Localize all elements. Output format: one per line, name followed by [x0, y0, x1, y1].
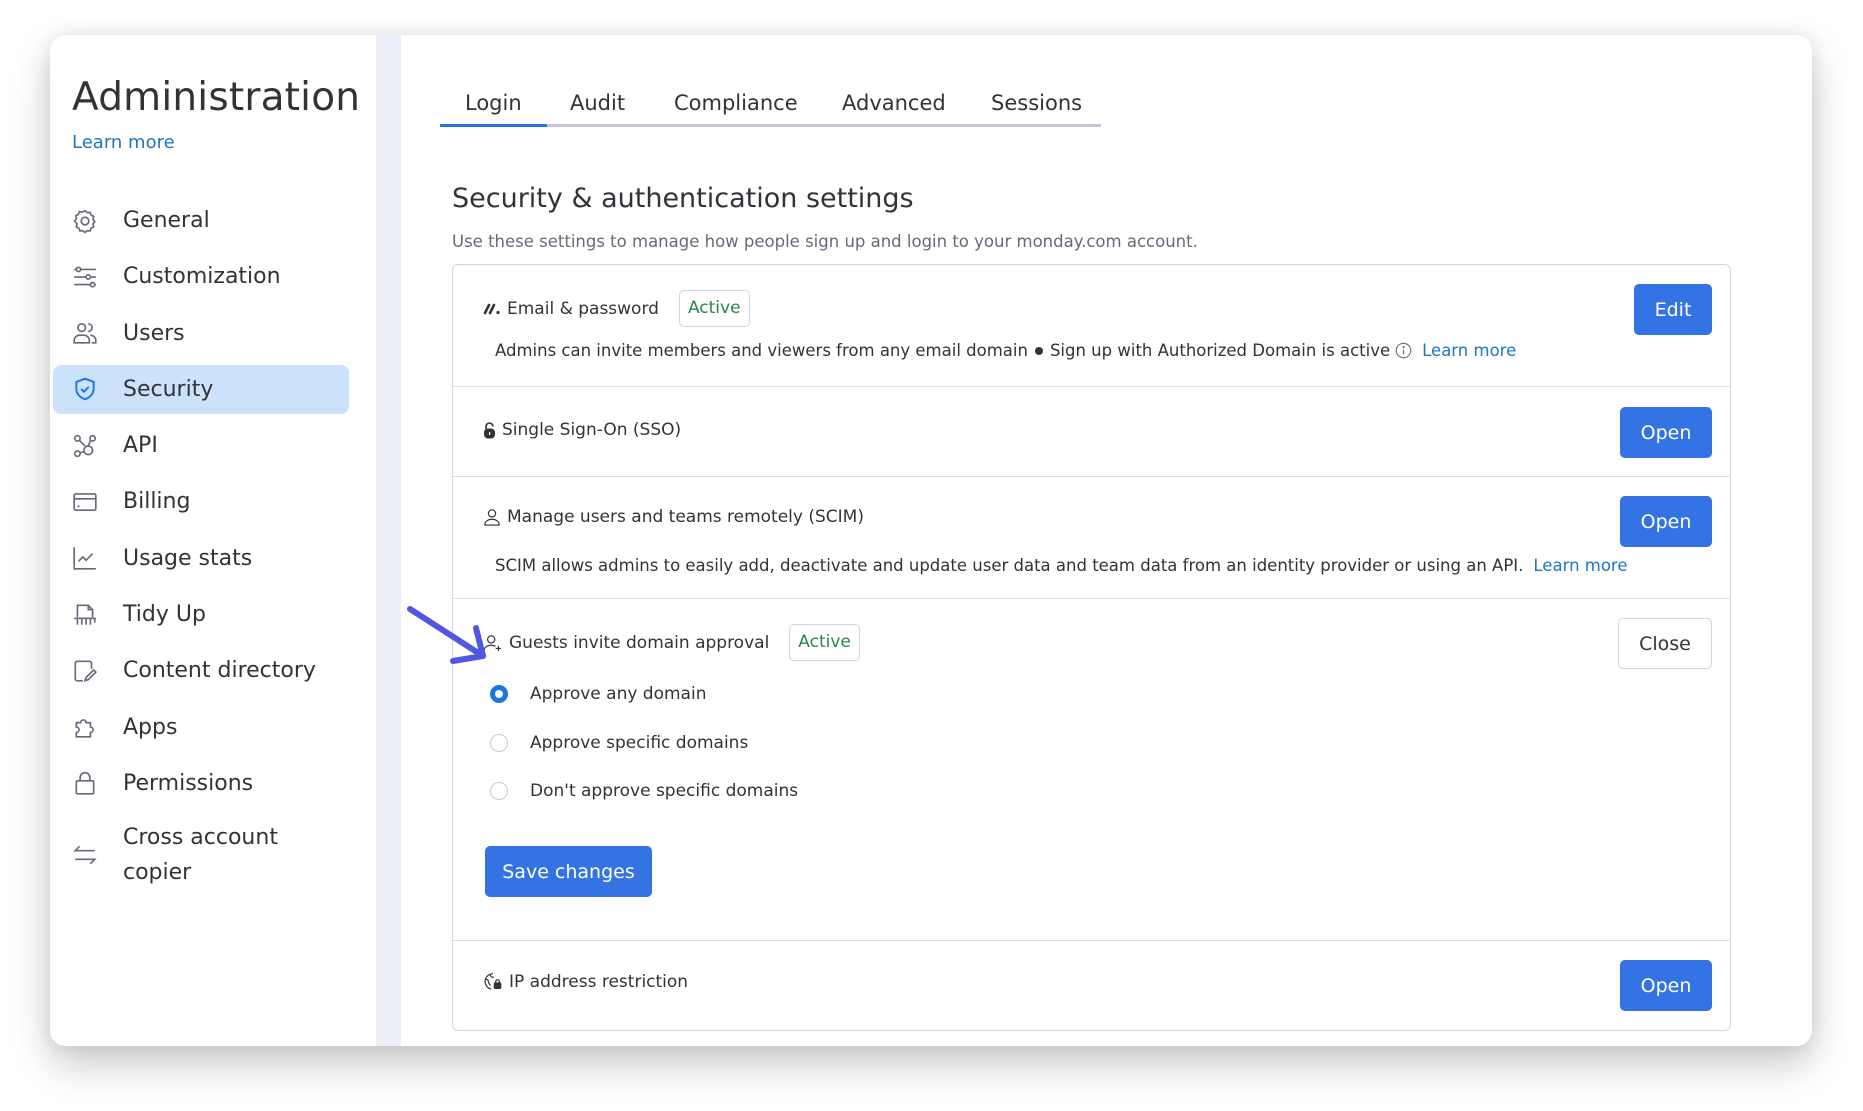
guests-domain-section: Guests invite domain approval Active Clo… [453, 599, 1730, 941]
radio-approve-specific-domains[interactable]: Approve specific domains [490, 733, 748, 753]
scim-header: Manage users and teams remotely (SCIM) [483, 507, 864, 527]
sidebar-divider [376, 35, 401, 1046]
save-changes-button[interactable]: Save changes [485, 846, 652, 897]
lock-icon [71, 769, 99, 797]
gear-icon [71, 207, 99, 235]
admin-learn-more-link[interactable]: Learn more [72, 132, 175, 153]
tab-bar: Login Audit Compliance Advanced Sessions [440, 85, 1101, 127]
sso-section: Single Sign-On (SSO) Open [453, 387, 1730, 477]
sidebar-item-billing[interactable]: Billing [53, 477, 349, 526]
radio-button[interactable] [490, 782, 508, 800]
desc-text: Sign up with Authorized Domain is active [1049, 341, 1391, 360]
sidebar-item-label: Permissions [123, 770, 254, 796]
sidebar-item-label: Tidy Up [123, 602, 206, 628]
padlock-icon [483, 421, 496, 439]
tab-advanced[interactable]: Advanced [842, 85, 946, 124]
line-chart-icon [71, 544, 99, 572]
sidebar-item-label: Apps [123, 714, 178, 740]
radio-approve-any-domain[interactable]: Approve any domain [490, 684, 706, 704]
radio-label: Approve any domain [530, 684, 707, 704]
sidebar-item-users[interactable]: Users [53, 309, 349, 358]
email-password-section: Email & password Active Admins can invit… [453, 265, 1730, 387]
monday-logo-icon [483, 303, 501, 315]
tab-audit[interactable]: Audit [570, 85, 625, 124]
sidebar-item-general[interactable]: General [53, 196, 349, 245]
edit-button[interactable]: Edit [1634, 284, 1712, 335]
page-title: Security & authentication settings [452, 183, 914, 214]
sidebar-item-label: Cross account copier [123, 825, 278, 886]
puzzle-icon [71, 713, 99, 741]
main-panel: Login Audit Compliance Advanced Sessions… [401, 35, 1812, 1046]
sso-header: Single Sign-On (SSO) [483, 420, 681, 440]
sidebar-item-tidy-up[interactable]: Tidy Up [53, 590, 349, 639]
sidebar-item-content-directory[interactable]: Content directory [53, 646, 349, 695]
sidebar-item-security[interactable]: Security [53, 364, 349, 414]
bullet-separator [1034, 346, 1043, 355]
ip-header: IP address restriction [483, 972, 688, 992]
radio-dont-approve-specific-domains[interactable]: Don't approve specific domains [490, 781, 798, 801]
globe-lock-icon [483, 972, 503, 992]
scim-description: SCIM allows admins to easily add, deacti… [495, 556, 1628, 575]
desc-text: SCIM allows admins to easily add, deacti… [495, 556, 1524, 575]
scim-open-button[interactable]: Open [1620, 496, 1712, 547]
sidebar-nav: General Customization Users Security API… [53, 196, 349, 903]
user-icon [483, 508, 501, 526]
user-add-icon [483, 634, 503, 652]
settings-card: Email & password Active Admins can invit… [452, 264, 1731, 1031]
sso-title: Single Sign-On (SSO) [502, 420, 682, 440]
radio-label: Approve specific domains [530, 733, 749, 753]
email-password-description: Admins can invite members and viewers fr… [495, 341, 1516, 360]
ip-open-button[interactable]: Open [1620, 960, 1712, 1011]
swap-arrows-icon [71, 841, 99, 869]
guests-header: Guests invite domain approval Active [483, 624, 860, 661]
guests-title: Guests invite domain approval [509, 632, 770, 653]
sidebar-item-usage-stats[interactable]: Usage stats [53, 534, 349, 583]
scim-learn-more-link[interactable]: Learn more [1533, 556, 1627, 575]
document-edit-icon [71, 657, 99, 685]
sso-open-button[interactable]: Open [1620, 407, 1712, 458]
sidebar-item-label: Content directory [123, 658, 316, 684]
api-nodes-icon [71, 432, 99, 460]
sidebar-item-label: API [123, 433, 158, 459]
sidebar-item-label: Usage stats [123, 545, 253, 571]
sidebar-item-api[interactable]: API [53, 421, 349, 470]
radio-button-selected[interactable] [490, 685, 508, 703]
ip-title: IP address restriction [509, 972, 689, 992]
ip-restriction-section: IP address restriction Open [453, 941, 1730, 1031]
sidebar-item-permissions[interactable]: Permissions [53, 759, 349, 808]
sidebar-item-label: Billing [123, 489, 191, 515]
shredder-icon [71, 601, 99, 629]
email-learn-more-link[interactable]: Learn more [1422, 341, 1516, 360]
credit-card-icon [71, 488, 99, 516]
email-password-header: Email & password Active [483, 290, 750, 327]
info-icon[interactable] [1395, 342, 1412, 359]
sidebar-item-label: General [123, 208, 210, 233]
sidebar-item-label: Users [123, 320, 185, 346]
scim-section: Manage users and teams remotely (SCIM) S… [453, 477, 1730, 599]
status-badge: Active [678, 290, 750, 327]
desc-text: Admins can invite members and viewers fr… [495, 341, 1028, 360]
sidebar: Administration Learn more General Custom… [50, 35, 376, 1046]
status-badge: Active [789, 624, 860, 661]
tab-login[interactable]: Login [440, 85, 547, 127]
scim-title: Manage users and teams remotely (SCIM) [507, 507, 864, 527]
tab-sessions[interactable]: Sessions [991, 85, 1082, 124]
users-icon [71, 319, 99, 347]
sidebar-item-label: Customization [123, 264, 281, 290]
sidebar-item-apps[interactable]: Apps [53, 703, 349, 752]
sliders-icon [71, 263, 99, 291]
email-password-title: Email & password [507, 298, 659, 319]
radio-button[interactable] [490, 734, 508, 752]
sidebar-item-customization[interactable]: Customization [53, 252, 349, 301]
sidebar-item-label: Security [123, 376, 214, 402]
sidebar-item-cross-account-copier[interactable]: Cross account copier [53, 815, 349, 895]
tab-compliance[interactable]: Compliance [674, 85, 798, 124]
admin-title: Administration [72, 75, 361, 120]
admin-window: Administration Learn more General Custom… [50, 35, 1812, 1046]
shield-check-icon [71, 375, 99, 403]
page-description: Use these settings to manage how people … [452, 232, 1198, 251]
close-button[interactable]: Close [1618, 618, 1712, 669]
radio-label: Don't approve specific domains [530, 781, 799, 801]
